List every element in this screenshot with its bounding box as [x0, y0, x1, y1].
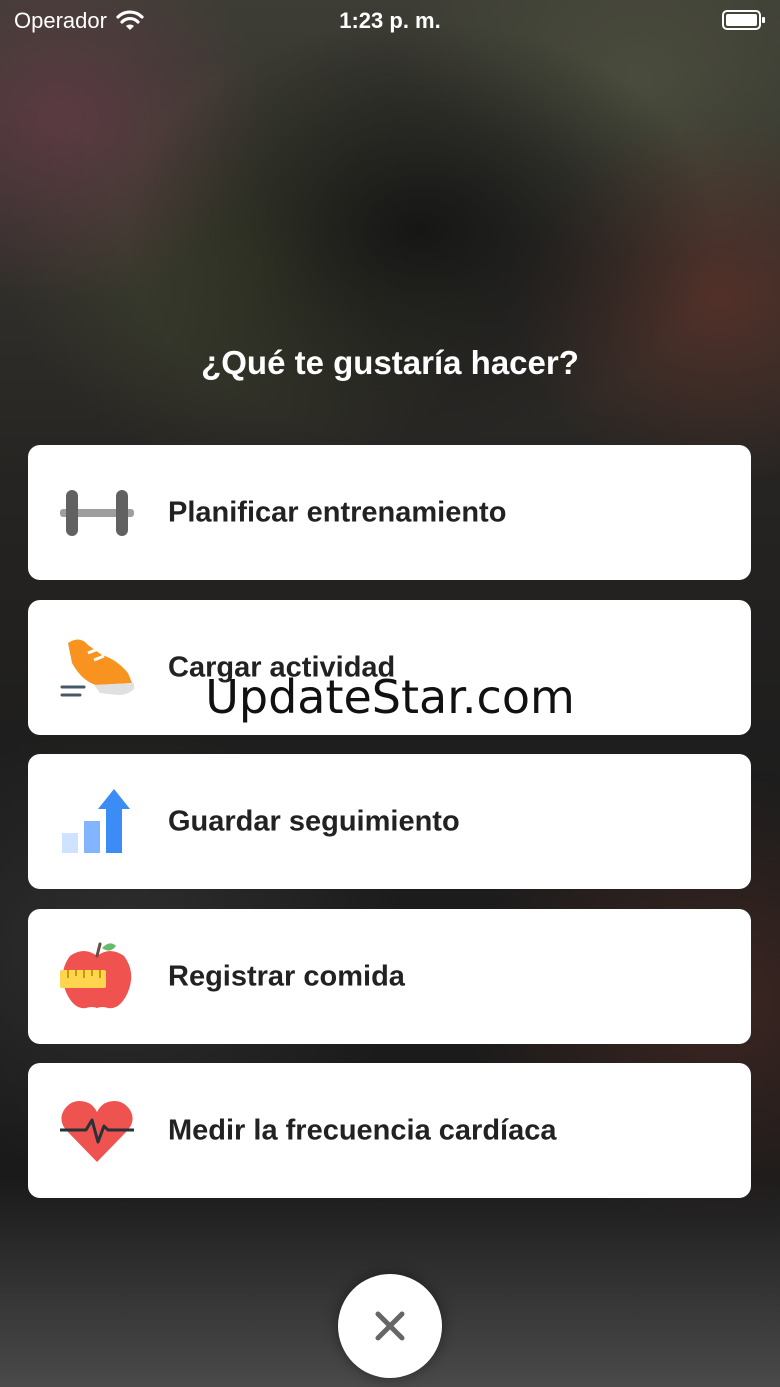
- option-label: Planificar entrenamiento: [168, 496, 507, 528]
- close-icon: [375, 1311, 405, 1341]
- option-label: Medir la frecuencia cardíaca: [168, 1114, 557, 1146]
- dumbbell-icon: [60, 490, 134, 536]
- heart-rate-icon: [60, 1101, 134, 1162]
- option-save-tracking[interactable]: Guardar seguimiento: [28, 754, 751, 889]
- option-upload-activity[interactable]: Cargar actividad: [28, 600, 751, 735]
- option-log-food[interactable]: Registrar comida: [28, 909, 751, 1044]
- status-bar: Operador 1:23 p. m.: [0, 0, 780, 40]
- page-title: ¿Qué te gustaría hacer?: [201, 344, 579, 381]
- battery-icon: [722, 10, 765, 30]
- option-label: Cargar actividad: [168, 651, 396, 683]
- close-button[interactable]: [338, 1274, 442, 1378]
- option-label: Registrar comida: [168, 960, 405, 992]
- apple-measure-icon: [60, 942, 132, 1009]
- option-plan-workout[interactable]: Planificar entrenamiento: [28, 445, 751, 580]
- option-label: Guardar seguimiento: [168, 805, 460, 837]
- progress-chart-icon: [62, 789, 130, 853]
- status-time: 1:23 p. m.: [339, 8, 441, 33]
- option-measure-heart-rate[interactable]: Medir la frecuencia cardíaca: [28, 1063, 751, 1198]
- running-shoe-icon: [60, 639, 134, 697]
